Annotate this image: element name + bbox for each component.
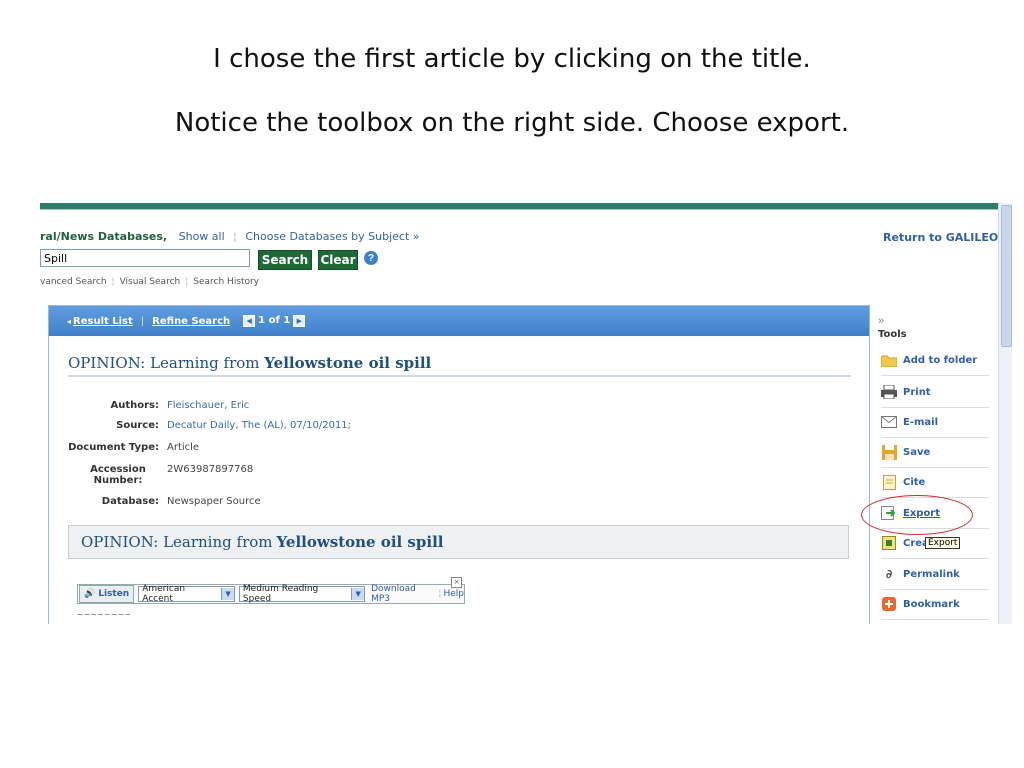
caption-line-1: I chose the first article by clicking on…	[213, 44, 811, 74]
speaker-icon: 🔊	[84, 589, 96, 599]
article-title[interactable]: OPINION: Learning from Yellowstone oil s…	[68, 354, 851, 377]
scrollbar-thumb[interactable]	[1001, 205, 1012, 347]
tool-cite[interactable]: Cite	[881, 467, 989, 498]
databases-label: ral/News Databases,	[40, 230, 168, 243]
article-title-box: OPINION: Learning from Yellowstone oil s…	[68, 525, 849, 559]
accent-value: American Accent	[142, 584, 186, 604]
close-icon[interactable]: ×	[451, 577, 462, 588]
meta-label: Database:	[101, 496, 159, 507]
meta-label: Document Type:	[68, 442, 159, 453]
listen-toolbar: 🔊 Listen American Accent ▼ Medium Readin…	[77, 577, 465, 604]
folder-icon	[881, 352, 897, 368]
meta-label: Source:	[116, 420, 159, 431]
download-mp3-link[interactable]: Download MP3	[371, 584, 436, 604]
article-panel: ◂ Result List | Refine Search ◀ 1 of 1 ▶ O…	[48, 305, 870, 624]
title-box-prefix: OPINION: Learning from	[81, 533, 273, 551]
collapse-chevron-icon[interactable]: »	[878, 315, 992, 327]
chevron-left-icon: ◂	[67, 316, 72, 326]
next-page-icon[interactable]: ▶	[293, 315, 306, 327]
accent-select[interactable]: American Accent ▼	[138, 584, 235, 604]
meta-label: Accession Number:	[90, 464, 146, 486]
tool-label: Add to folder	[903, 354, 978, 366]
meta-value-authors[interactable]: Fleischauer, Eric	[167, 400, 249, 411]
chevron-down-icon: ▼	[351, 588, 365, 600]
listen-help-link[interactable]: Help	[443, 589, 464, 599]
pager: ◀ 1 of 1 ▶	[240, 315, 308, 327]
help-icon[interactable]: ?	[364, 251, 378, 265]
separator: ¦	[233, 230, 237, 243]
separator: ¦	[438, 589, 442, 599]
visual-search-link[interactable]: Visual Search	[120, 277, 181, 287]
vertical-scrollbar[interactable]	[998, 203, 1012, 624]
choose-by-subject-link[interactable]: Choose Databases by Subject »	[245, 230, 419, 243]
speed-select[interactable]: Medium Reading Speed ▼	[238, 584, 366, 604]
tool-label: Permalink	[903, 568, 960, 580]
show-all-link[interactable]: Show all	[179, 230, 225, 243]
document-icon	[881, 474, 897, 490]
top-bar	[40, 203, 998, 210]
tool-add-to-folder[interactable]: Add to folder	[881, 345, 989, 376]
tool-label: Cite	[903, 476, 926, 488]
database-line: ral/News Databases, Show all ¦ Choose Da…	[40, 230, 420, 243]
export-tooltip: Export	[925, 537, 961, 549]
tools-title: Tools	[878, 329, 907, 340]
browser-screenshot: ral/News Databases, Show all ¦ Choose Da…	[40, 203, 1012, 624]
separator: |	[140, 315, 145, 327]
floppy-icon	[881, 444, 897, 460]
advanced-search-link[interactable]: vanced Search	[40, 277, 107, 287]
listen-button[interactable]: 🔊 Listen	[79, 585, 135, 603]
plus-icon	[881, 596, 897, 612]
meta-value-database: Newspaper Source	[167, 496, 261, 507]
chevron-down-icon: ▼	[221, 588, 234, 600]
envelope-icon	[881, 414, 897, 430]
result-list-link[interactable]: Result List	[73, 316, 133, 327]
note-icon	[881, 535, 897, 551]
meta-value-accession: 2W63987897768	[167, 464, 254, 475]
listen-label: Listen	[98, 589, 130, 599]
printer-icon	[881, 384, 897, 400]
separator: ¦	[111, 277, 115, 287]
refine-search-link[interactable]: Refine Search	[152, 316, 230, 327]
search-links: vanced Search ¦ Visual Search ¦ Search Histo…	[40, 277, 259, 287]
tool-permalink[interactable]: ∂ Permalink	[881, 559, 989, 590]
link-icon: ∂	[885, 567, 893, 581]
search-input[interactable]	[40, 249, 250, 267]
text-placeholder: ~~~~~~~~	[77, 610, 132, 621]
search-history-link[interactable]: Search History	[193, 277, 259, 287]
pager-text: 1 of 1	[258, 315, 291, 326]
tool-save[interactable]: Save	[881, 437, 989, 468]
export-highlight-circle	[861, 495, 973, 535]
tool-print[interactable]: Print	[881, 377, 989, 408]
search-button[interactable]: Search	[258, 250, 312, 270]
tool-email[interactable]: E-mail	[881, 407, 989, 438]
tool-label: E-mail	[903, 416, 939, 428]
tool-label: Print	[903, 386, 931, 398]
caption-line-2: Notice the toolbox on the right side. Ch…	[174, 108, 850, 138]
separator: ¦	[185, 277, 189, 287]
title-box-bold: Yellowstone oil spill	[276, 533, 444, 551]
tool-label: Bookmark	[903, 598, 960, 610]
meta-value-document-type: Article	[167, 442, 200, 453]
tool-label: Save	[903, 446, 931, 458]
clear-button[interactable]: Clear	[318, 250, 358, 270]
panel-header: ◂ Result List | Refine Search ◀ 1 of 1 ▶	[49, 306, 869, 336]
article-title-prefix: OPINION: Learning from	[68, 354, 265, 372]
tool-bookmark[interactable]: Bookmark	[881, 589, 989, 620]
speed-value: Medium Reading Speed	[242, 584, 319, 604]
article-title-bold: Yellowstone oil spill	[264, 354, 432, 372]
meta-value-source[interactable]: Decatur Daily, The (AL), 07/10/2011;	[167, 420, 351, 431]
tools-sidebar: » Tools	[878, 315, 992, 340]
return-to-galileo-link[interactable]: Return to GALILEO	[883, 231, 998, 244]
meta-label: Authors:	[110, 400, 159, 411]
prev-page-icon[interactable]: ◀	[243, 315, 256, 327]
